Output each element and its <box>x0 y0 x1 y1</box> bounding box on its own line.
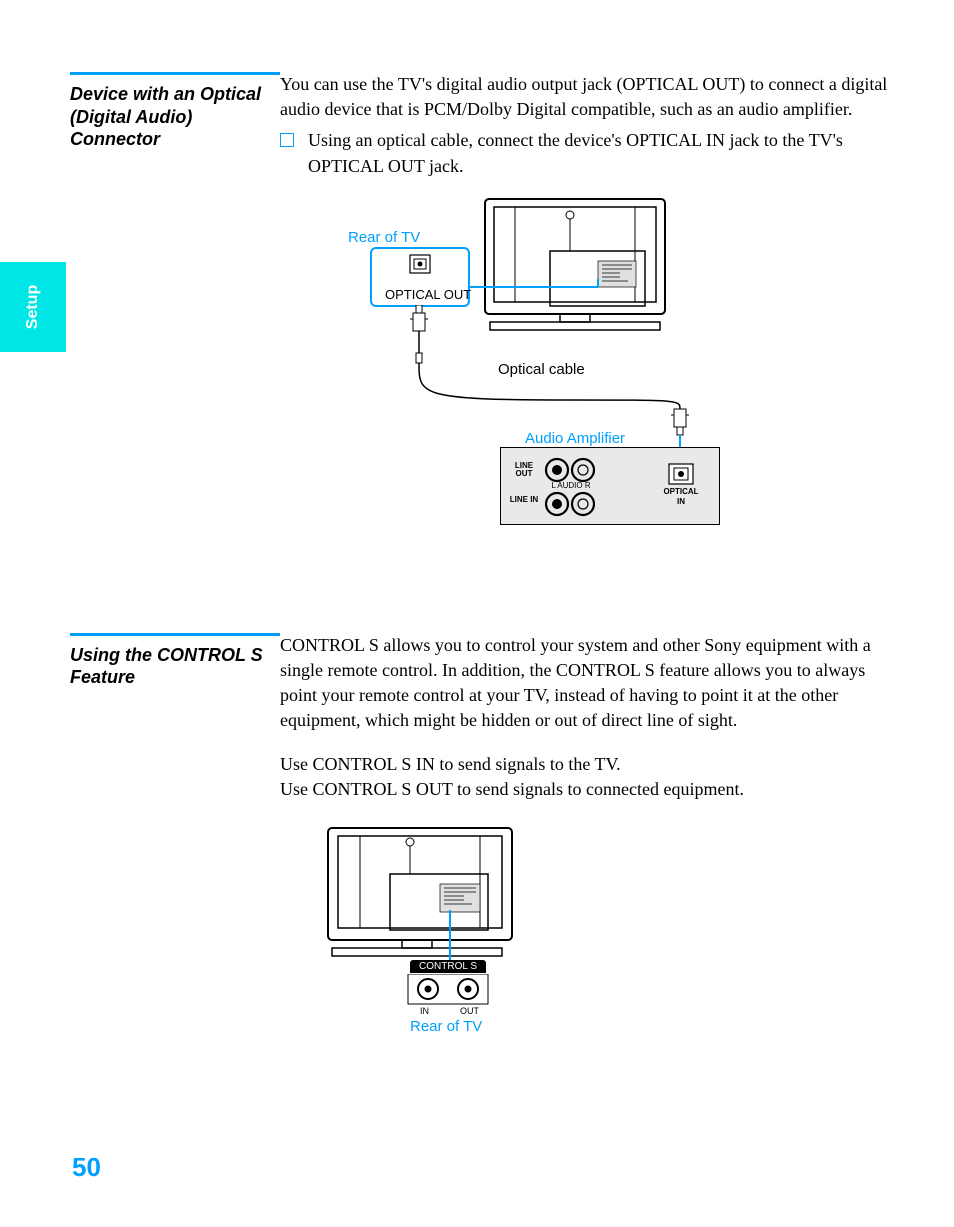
label-audio-amplifier: Audio Amplifier <box>525 430 625 447</box>
section-control-s: Using the CONTROL S Feature CONTROL S al… <box>40 621 914 1040</box>
label-optical-cable: Optical cable <box>498 361 585 378</box>
paragraph-3: Use CONTROL S OUT to send signals to con… <box>280 777 894 802</box>
label-line-out: LINE OUT <box>507 462 541 479</box>
label-rear-of-tv: Rear of TV <box>410 1018 482 1035</box>
figure-control-s: CONTROL S IN OUT Rear of TV <box>320 820 580 1040</box>
section-rule <box>70 72 280 75</box>
section-body-column: You can use the TV's digital audio outpu… <box>280 60 914 551</box>
paragraph-1: CONTROL S allows you to control your sys… <box>280 633 894 734</box>
section-title-column: Device with an Optical (Digital Audio) C… <box>40 60 280 151</box>
bullet-item: Using an optical cable, connect the devi… <box>280 128 894 178</box>
section-rule <box>70 633 280 636</box>
bullet-text: Using an optical cable, connect the devi… <box>308 128 894 178</box>
section-title: Device with an Optical (Digital Audio) C… <box>70 83 280 151</box>
label-optical-out: OPTICAL OUT <box>385 287 471 302</box>
label-rear-of-tv: Rear of TV <box>348 229 420 246</box>
label-out: OUT <box>460 1006 479 1016</box>
figure-optical-connection: Rear of TV <box>320 191 740 551</box>
intro-paragraph: You can use the TV's digital audio outpu… <box>280 72 894 122</box>
label-in: IN <box>420 1006 429 1016</box>
bullet-marker <box>280 133 294 147</box>
section-title: Using the CONTROL S Feature <box>70 644 280 689</box>
page-number: 50 <box>72 1152 101 1183</box>
document-page: Setup Device with an Optical (Digital Au… <box>0 0 954 1227</box>
label-l-audio-r: L AUDIO R <box>549 481 593 490</box>
section-title-column: Using the CONTROL S Feature <box>40 621 280 689</box>
label-control-s: CONTROL S <box>410 960 486 973</box>
amplifier-panel: LINE OUT LINE IN L AUDIO R OPTICAL IN <box>500 447 720 525</box>
section-optical-connector: Device with an Optical (Digital Audio) C… <box>40 60 914 551</box>
tv-icon <box>320 820 520 970</box>
label-line-in: LINE IN <box>507 496 541 504</box>
label-optical-in-2: IN <box>659 498 703 506</box>
side-tab-label: Setup <box>24 285 42 329</box>
side-tab-setup: Setup <box>0 262 66 352</box>
paragraph-2: Use CONTROL S IN to send signals to the … <box>280 752 894 777</box>
label-optical-in-1: OPTICAL <box>659 488 703 496</box>
section-body-column: CONTROL S allows you to control your sys… <box>280 621 914 1040</box>
